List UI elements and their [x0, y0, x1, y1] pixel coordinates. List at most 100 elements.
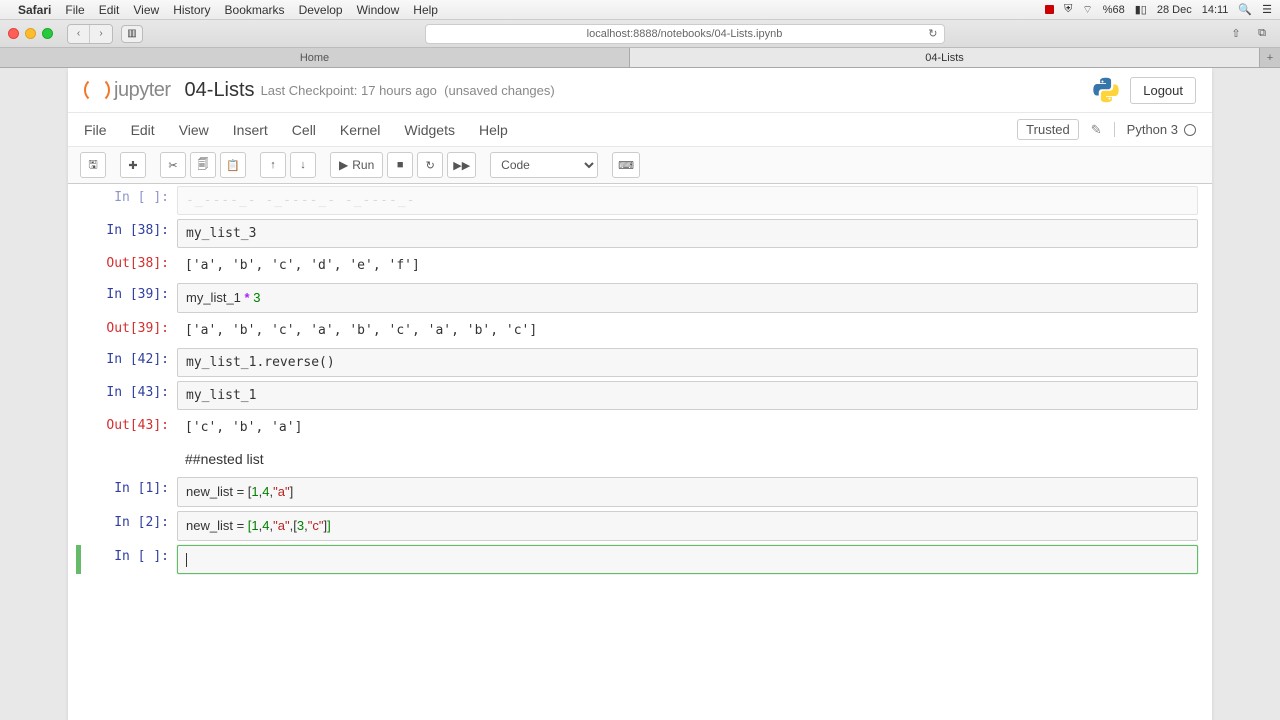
code-input[interactable]: new_list = [1,4,"a",[3,"c"]]: [177, 511, 1198, 541]
restart-run-button[interactable]: ▶▶: [447, 152, 476, 178]
jupyter-orbit-icon: [84, 77, 110, 103]
record-icon[interactable]: [1045, 5, 1054, 14]
menu-window[interactable]: Window: [357, 3, 400, 17]
out-prompt: Out[38]:: [82, 252, 177, 279]
celltype-select[interactable]: Code: [490, 152, 598, 178]
back-button[interactable]: ‹: [68, 25, 90, 43]
in-prompt: In [2]:: [82, 511, 177, 541]
code-cell[interactable]: In [43]: my_list_1: [82, 381, 1198, 410]
trusted-badge[interactable]: Trusted: [1017, 119, 1079, 140]
nb-menu-widgets[interactable]: Widgets: [404, 122, 455, 138]
menu-edit[interactable]: Edit: [99, 3, 120, 17]
nb-menu-kernel[interactable]: Kernel: [340, 122, 380, 138]
address-bar[interactable]: localhost:8888/notebooks/04-Lists.ipynb …: [425, 24, 945, 44]
in-prompt: In [42]:: [82, 348, 177, 377]
menu-help[interactable]: Help: [413, 3, 438, 17]
interrupt-button[interactable]: ■: [387, 152, 413, 178]
kernel-status-icon: [1184, 124, 1196, 136]
output-text: ['a', 'b', 'c', 'a', 'b', 'c', 'a', 'b',…: [177, 317, 1198, 344]
jupyter-logo[interactable]: jupyter: [84, 77, 171, 103]
wifi-icon[interactable]: ⌔: [1082, 3, 1092, 17]
code-input[interactable]: my_list_1.reverse(): [177, 348, 1198, 377]
notebook-toolbar: 🖫 ✚ ✂ 🗐 📋 ↑ ↓ ▶ Run ■ ↻ ▶▶ Code ⌨: [68, 147, 1212, 184]
copy-button[interactable]: 🗐: [190, 152, 216, 178]
tab-notebook[interactable]: 04-Lists: [630, 48, 1260, 67]
output-cell: Out[38]: ['a', 'b', 'c', 'd', 'e', 'f']: [82, 252, 1198, 279]
in-prompt: In [39]:: [82, 283, 177, 313]
edit-icon[interactable]: ✎: [1091, 122, 1102, 138]
toolbar-right: ⇧ ⧉: [1226, 25, 1272, 43]
cut-button[interactable]: ✂: [160, 152, 186, 178]
code-cell[interactable]: In [2]: new_list = [1,4,"a",[3,"c"]]: [82, 511, 1198, 541]
out-prompt: Out[43]:: [82, 414, 177, 441]
notebook-title[interactable]: 04-Lists: [185, 79, 255, 102]
shield-icon[interactable]: ⛨: [1064, 3, 1072, 16]
kernel-badge[interactable]: Python 3: [1114, 122, 1196, 137]
menubar-right: Trusted ✎ Python 3: [1017, 119, 1196, 140]
nb-menu-insert[interactable]: Insert: [233, 122, 268, 138]
notebook-header: jupyter 04-Lists Last Checkpoint: 17 hou…: [68, 68, 1212, 113]
menu-icon[interactable]: ☰: [1262, 3, 1272, 16]
output-text: ['c', 'b', 'a']: [177, 414, 1198, 441]
python-icon: [1092, 76, 1120, 104]
in-prompt: In [38]:: [82, 219, 177, 248]
code-cell[interactable]: In [42]: my_list_1.reverse(): [82, 348, 1198, 377]
spotlight-icon[interactable]: 🔍: [1238, 3, 1252, 16]
menu-history[interactable]: History: [173, 3, 210, 17]
menubar-right: ⛨ ⌔ %68 ▮▯ 28 Dec 14:11 🔍 ☰: [1045, 3, 1272, 17]
code-cell[interactable]: In [39]: my_list_1 * 3: [82, 283, 1198, 313]
nb-menu-view[interactable]: View: [179, 122, 209, 138]
sidebar-button[interactable]: ▥: [121, 25, 143, 43]
code-cell[interactable]: In [38]: my_list_3: [82, 219, 1198, 248]
mac-menubar: Safari File Edit View History Bookmarks …: [0, 0, 1280, 20]
battery-percent: %68: [1103, 4, 1125, 16]
menu-view[interactable]: View: [133, 3, 159, 17]
insert-cell-button[interactable]: ✚: [120, 152, 146, 178]
traffic-lights: [8, 28, 53, 39]
code-cell[interactable]: In [ ]: -_----_- -_----_- -_----_-: [82, 186, 1198, 215]
move-up-button[interactable]: ↑: [260, 152, 286, 178]
logout-button[interactable]: Logout: [1130, 77, 1196, 104]
nav-buttons: ‹ ›: [67, 24, 113, 44]
nb-menu-edit[interactable]: Edit: [131, 122, 155, 138]
checkpoint-text: Last Checkpoint: 17 hours ago (unsaved c…: [261, 83, 555, 98]
tab-home[interactable]: Home: [0, 48, 630, 67]
new-tab-button[interactable]: +: [1260, 48, 1280, 67]
code-input[interactable]: my_list_1: [177, 381, 1198, 410]
nb-menu-file[interactable]: File: [84, 122, 107, 138]
command-palette-button[interactable]: ⌨: [612, 152, 640, 178]
code-input[interactable]: my_list_1 * 3: [177, 283, 1198, 313]
reload-icon[interactable]: ↻: [928, 27, 937, 40]
save-button[interactable]: 🖫: [80, 152, 106, 178]
notebook-menubar: File Edit View Insert Cell Kernel Widget…: [68, 113, 1212, 147]
notebook-page: jupyter 04-Lists Last Checkpoint: 17 hou…: [68, 68, 1212, 720]
code-input[interactable]: new_list = [1,4,"a"]: [177, 477, 1198, 507]
app-name[interactable]: Safari: [18, 3, 51, 17]
in-prompt: In [ ]:: [82, 186, 177, 215]
move-down-button[interactable]: ↓: [290, 152, 316, 178]
code-input[interactable]: my_list_3: [177, 219, 1198, 248]
forward-button[interactable]: ›: [90, 25, 112, 43]
menu-develop[interactable]: Develop: [299, 3, 343, 17]
markdown-content: ##nested list: [177, 445, 1198, 473]
markdown-cell[interactable]: ##nested list: [82, 445, 1198, 473]
close-window-button[interactable]: [8, 28, 19, 39]
nb-menu-cell[interactable]: Cell: [292, 122, 316, 138]
menu-bookmarks[interactable]: Bookmarks: [225, 3, 285, 17]
code-cell[interactable]: In [1]: new_list = [1,4,"a"]: [82, 477, 1198, 507]
share-icon[interactable]: ⇧: [1226, 25, 1246, 43]
battery-icon[interactable]: ▮▯: [1135, 3, 1147, 16]
output-cell: Out[43]: ['c', 'b', 'a']: [82, 414, 1198, 441]
code-cell-active[interactable]: In [ ]:: [82, 545, 1198, 574]
menu-file[interactable]: File: [65, 3, 84, 17]
code-input[interactable]: [177, 545, 1198, 574]
nb-menu-help[interactable]: Help: [479, 122, 508, 138]
minimize-window-button[interactable]: [25, 28, 36, 39]
kernel-name: Python 3: [1127, 122, 1178, 137]
code-input[interactable]: -_----_- -_----_- -_----_-: [177, 186, 1198, 215]
restart-button[interactable]: ↻: [417, 152, 443, 178]
run-button[interactable]: ▶ Run: [330, 152, 383, 178]
paste-button[interactable]: 📋: [220, 152, 246, 178]
maximize-window-button[interactable]: [42, 28, 53, 39]
tabs-icon[interactable]: ⧉: [1252, 25, 1272, 43]
